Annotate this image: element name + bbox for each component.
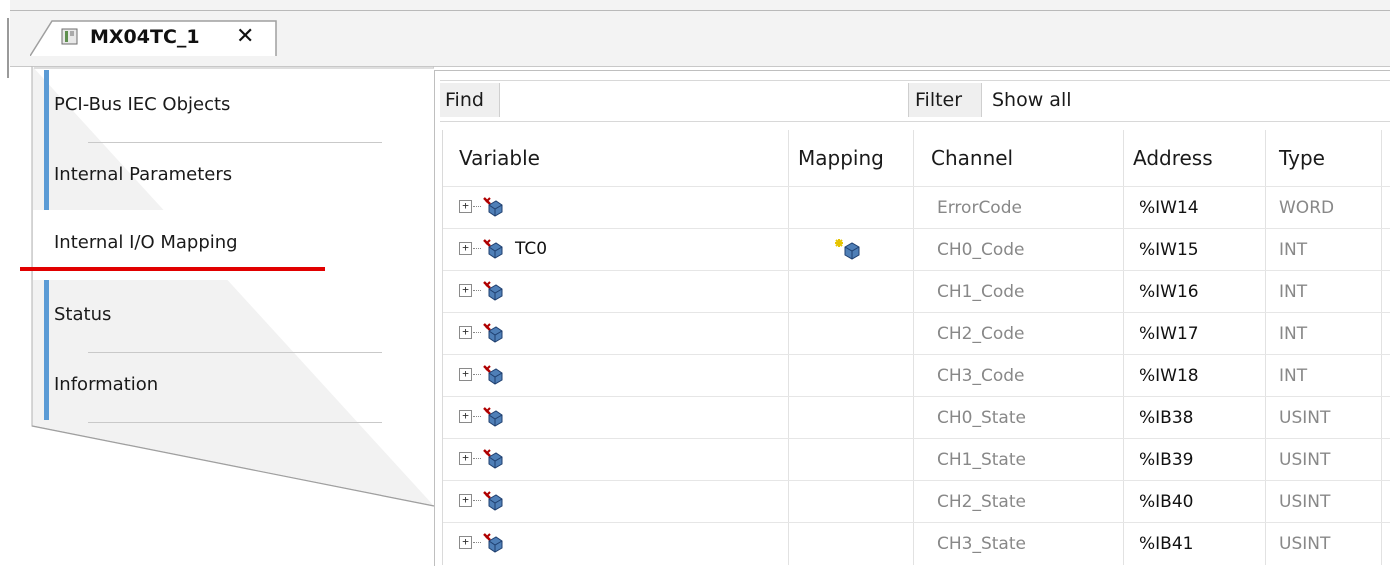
type-cell: USINT: [1279, 492, 1331, 512]
address-cell: %IB41: [1139, 534, 1194, 554]
nav-accent: [44, 350, 49, 420]
input-variable-icon: [481, 279, 505, 303]
nav-divider: [88, 422, 382, 423]
find-button[interactable]: Find: [440, 83, 500, 117]
input-variable-icon: [481, 363, 505, 387]
table-row[interactable]: + CH2_State %IB40 USINT: [443, 480, 1390, 523]
window-left-edge: [0, 0, 9, 565]
address-cell: %IB40: [1139, 492, 1194, 512]
type-cell: USINT: [1279, 450, 1331, 470]
nav-item-label: Internal Parameters: [54, 164, 233, 185]
annotation-red-underline: [20, 267, 325, 271]
type-cell: INT: [1279, 324, 1308, 344]
header-address[interactable]: Address: [1133, 146, 1213, 170]
expand-plus-icon[interactable]: +: [459, 242, 472, 255]
type-cell: USINT: [1279, 408, 1331, 428]
input-variable-icon: [481, 489, 505, 513]
input-variable-icon: [481, 531, 505, 555]
tab-strip-border: [10, 10, 1390, 11]
table-row[interactable]: + ErrorCode %IW14 WORD: [443, 186, 1390, 229]
input-variable-icon: [481, 405, 505, 429]
tree-connector: [473, 248, 481, 249]
nav-item-label: Status: [54, 304, 112, 325]
tree-connector: [473, 416, 481, 417]
address-cell: %IW17: [1139, 324, 1199, 344]
channel-cell: CH1_State: [937, 450, 1026, 470]
expand-plus-icon[interactable]: +: [459, 368, 472, 381]
tree-connector: [473, 332, 481, 333]
expand-plus-icon[interactable]: +: [459, 494, 472, 507]
nav-item-internal-parameters[interactable]: Internal Parameters: [34, 140, 444, 210]
filter-button[interactable]: Filter: [908, 83, 982, 117]
header-mapping[interactable]: Mapping: [798, 146, 884, 170]
table-row[interactable]: + CH0_State %IB38 USINT: [443, 396, 1390, 439]
address-cell: %IB39: [1139, 450, 1194, 470]
expand-plus-icon[interactable]: +: [459, 200, 472, 213]
expand-plus-icon[interactable]: +: [459, 284, 472, 297]
close-icon[interactable]: ✕: [236, 24, 254, 49]
tree-connector: [473, 290, 481, 291]
address-cell: %IB38: [1139, 408, 1194, 428]
tree-connector: [473, 500, 481, 501]
channel-cell: CH2_Code: [937, 324, 1025, 344]
input-variable-icon: [481, 447, 505, 471]
expand-plus-icon[interactable]: +: [459, 452, 472, 465]
device-icon: [61, 28, 78, 45]
channel-cell: CH3_Code: [937, 366, 1025, 386]
table-row[interactable]: + CH1_State %IB39 USINT: [443, 438, 1390, 481]
nav-accent: [44, 280, 49, 350]
table-row[interactable]: + CH3_Code %IW18 INT: [443, 354, 1390, 397]
config-nav-panel: PCI-Bus IEC Objects Internal Parameters …: [10, 66, 434, 565]
input-variable-icon: [481, 321, 505, 345]
tab-title: MX04TC_1: [90, 26, 200, 48]
find-input[interactable]: [502, 83, 916, 119]
nav-item-pci-bus-iec-objects[interactable]: PCI-Bus IEC Objects: [34, 70, 444, 140]
type-cell: USINT: [1279, 534, 1331, 554]
type-cell: INT: [1279, 240, 1308, 260]
filter-select[interactable]: Show all: [992, 83, 1072, 117]
nav-accent: [44, 140, 49, 210]
tree-connector: [473, 542, 481, 543]
io-mapping-table: Variable Mapping Channel Address Type + E…: [442, 130, 1390, 565]
table-row[interactable]: + CH2_Code %IW17 INT: [443, 312, 1390, 355]
address-cell: %IW16: [1139, 282, 1199, 302]
channel-cell: CH1_Code: [937, 282, 1025, 302]
nav-item-label: Internal I/O Mapping: [54, 232, 238, 253]
variable-name[interactable]: TC0: [515, 239, 547, 259]
nav-item-label: PCI-Bus IEC Objects: [54, 94, 231, 115]
input-variable-icon: [481, 195, 505, 219]
tree-connector: [473, 206, 481, 207]
nav-accent: [44, 70, 49, 140]
new-variable-mapping-icon: [835, 235, 863, 263]
address-cell: %IW15: [1139, 240, 1199, 260]
table-row[interactable]: + TC0 CH0_Code %IW15 INT: [443, 228, 1390, 271]
type-cell: INT: [1279, 366, 1308, 386]
channel-cell: CH0_Code: [937, 240, 1025, 260]
header-variable[interactable]: Variable: [459, 146, 540, 170]
nav-item-information[interactable]: Information: [34, 350, 444, 420]
expand-plus-icon[interactable]: +: [459, 410, 472, 423]
expand-plus-icon[interactable]: +: [459, 326, 472, 339]
tree-connector: [473, 458, 481, 459]
find-filter-toolbar: Find Filter Show all: [440, 80, 1390, 122]
type-cell: INT: [1279, 282, 1308, 302]
io-mapping-content: Find Filter Show all Variable Mapping Ch…: [434, 70, 1390, 566]
channel-cell: CH0_State: [937, 408, 1026, 428]
address-cell: %IW18: [1139, 366, 1199, 386]
header-type[interactable]: Type: [1279, 146, 1325, 170]
type-cell: WORD: [1279, 198, 1335, 218]
channel-cell: CH3_State: [937, 534, 1026, 554]
input-variable-icon: [481, 237, 505, 261]
nav-item-label: Information: [54, 374, 159, 395]
header-channel[interactable]: Channel: [931, 146, 1013, 170]
expand-plus-icon[interactable]: +: [459, 536, 472, 549]
nav-item-status[interactable]: Status: [34, 280, 444, 350]
tree-connector: [473, 374, 481, 375]
channel-cell: ErrorCode: [937, 198, 1022, 218]
table-row[interactable]: + CH1_Code %IW16 INT: [443, 270, 1390, 313]
table-row[interactable]: + CH3_State %IB41 USINT: [443, 522, 1390, 565]
channel-cell: CH2_State: [937, 492, 1026, 512]
address-cell: %IW14: [1139, 198, 1199, 218]
